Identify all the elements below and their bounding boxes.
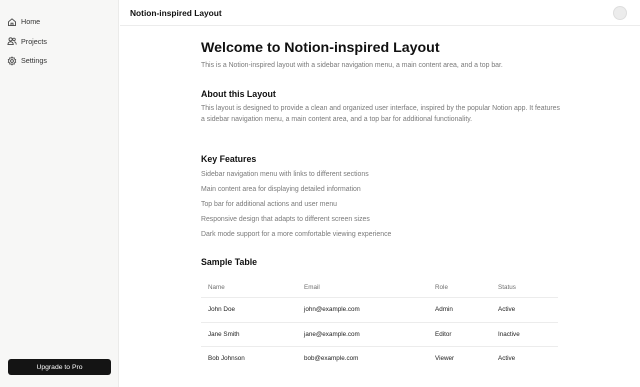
sidebar-item-label: Home [21,17,41,27]
sidebar-item-projects[interactable]: Projects [6,32,114,52]
about-text: This layout is designed to provide a cle… [201,105,560,123]
column-header-role: Role [435,284,448,291]
feature-item: Responsive design that adapts to differe… [201,216,370,223]
table-row: Jane Smith jane@example.com Editor Inact… [201,323,558,347]
cell-role: Editor [435,330,452,338]
sidebar-item-label: Settings [21,56,47,66]
cell-email: jane@example.com [304,330,360,338]
cell-email: john@example.com [304,306,360,313]
top-bar: Notion-inspired Layout [120,0,640,26]
feature-item: Main content area for displaying detaile… [201,186,361,193]
about-heading: About this Layout [201,89,276,99]
table-row: John Doe john@example.com Admin Active [201,298,558,323]
app-title: Notion-inspired Layout [130,8,222,18]
upgrade-button[interactable]: Upgrade to Pro [8,359,111,375]
cell-role: Admin [435,306,453,313]
cell-name: Bob Johnson [208,355,245,362]
table-heading: Sample Table [201,257,258,267]
sidebar: Home Projects Settings Upgrade to Pro [0,0,119,387]
sidebar-nav: Home Projects Settings [6,12,114,71]
feature-item: Dark mode support for a more comfortable… [201,231,392,238]
sidebar-item-home[interactable]: Home [6,12,114,32]
user-avatar[interactable] [613,6,627,20]
cell-name: John Doe [208,306,235,313]
cell-role: Viewer [435,355,455,362]
users-icon [7,36,17,46]
column-header-email: Email [304,284,320,291]
features-heading: Key Features [201,154,257,164]
sidebar-item-label: Projects [21,36,47,46]
column-header-name: Name [208,284,225,291]
intro-text: This is a Notion-inspired layout with a … [201,62,503,69]
cell-email: bob@example.com [304,355,359,362]
feature-item: Top bar for additional actions and user … [201,201,337,208]
cell-status: Inactive [498,330,520,338]
cell-name: Jane Smith [208,330,240,338]
table-row: Bob Johnson bob@example.com Viewer Activ… [201,347,558,372]
cell-status: Active [498,355,516,362]
cell-status: Active [498,306,516,313]
column-header-status: Status [498,284,516,291]
sample-table: Name Email Role Status John Doe john@exa… [201,277,558,372]
sidebar-item-settings[interactable]: Settings [6,51,114,71]
table-header-row: Name Email Role Status [201,277,558,298]
gear-icon [7,56,17,66]
page-title: Welcome to Notion-inspired Layout [201,40,440,56]
feature-item: Sidebar navigation menu with links to di… [201,171,369,178]
home-icon [7,17,17,27]
